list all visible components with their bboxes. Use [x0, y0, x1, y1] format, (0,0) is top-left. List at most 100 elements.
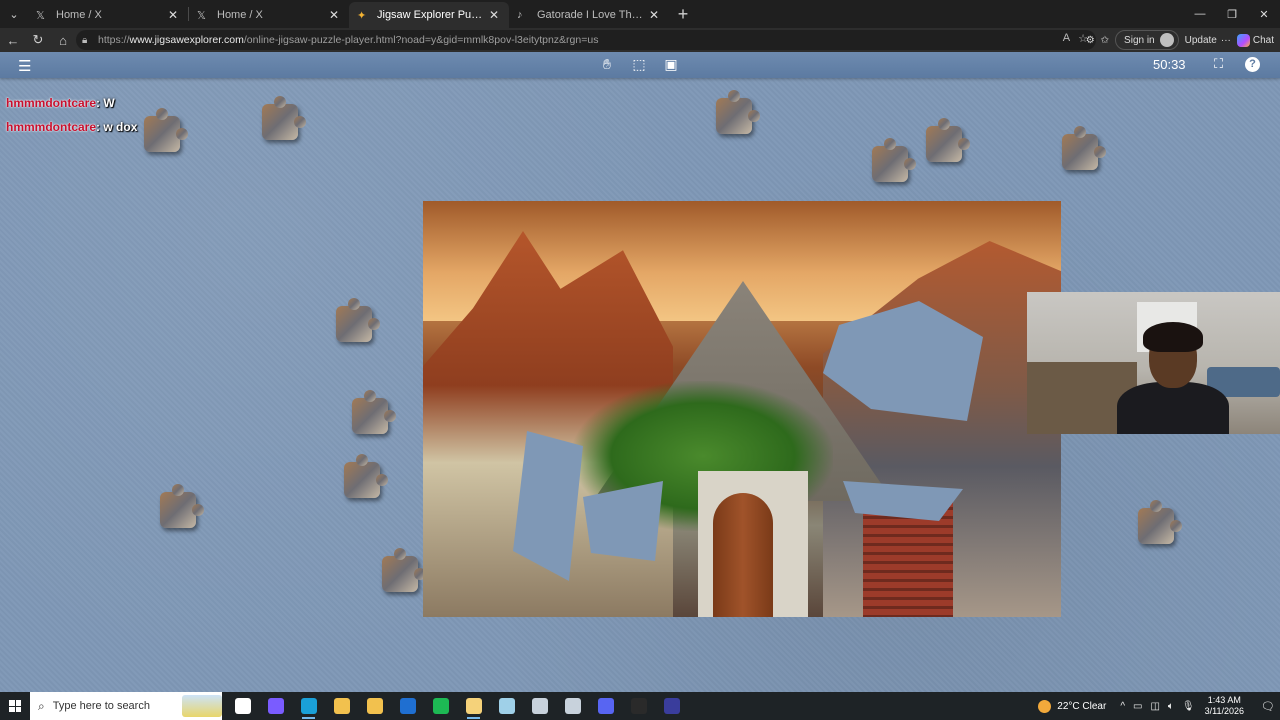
- address-bar-actions: A ☆: [1063, 32, 1088, 45]
- puzzle-piece[interactable]: [262, 96, 306, 140]
- puzzle-workspace[interactable]: ☰ ✋︎ ⬚ ▣ 50:33 ⛶ ? hmmmdontcare: W hmmmd…: [0, 52, 1280, 692]
- back-icon[interactable]: ←: [1, 28, 25, 52]
- volume-icon[interactable]: 🔈︎: [1168, 701, 1174, 712]
- windows-logo-icon: [9, 700, 21, 712]
- puzzle-piece[interactable]: [344, 454, 388, 498]
- taskbar-file-explorer-button[interactable]: [325, 692, 358, 720]
- puzzle-piece[interactable]: [336, 298, 380, 342]
- taskbar-outlook-button[interactable]: [391, 692, 424, 720]
- close-icon[interactable]: ✕: [487, 8, 501, 22]
- close-icon[interactable]: ✕: [166, 8, 180, 22]
- update-button[interactable]: Update ···: [1185, 35, 1231, 46]
- tab-home-x-1[interactable]: 𝕏 Home / X ✕: [28, 2, 188, 28]
- taskbar-app-2-button[interactable]: [523, 692, 556, 720]
- favorites-icon[interactable]: ✩: [1101, 35, 1109, 46]
- image-preview-icon[interactable]: ▣: [662, 56, 680, 73]
- hamburger-menu-icon[interactable]: ☰: [18, 57, 31, 75]
- minimize-icon[interactable]: —: [1184, 0, 1216, 28]
- puzzle-piece[interactable]: [144, 108, 188, 152]
- tab-jigsaw-explorer[interactable]: ✦ Jigsaw Explorer Puzzle Player ✕: [349, 2, 509, 28]
- close-window-icon[interactable]: ✕: [1248, 0, 1280, 28]
- extensions-icon[interactable]: ⚙: [1086, 35, 1095, 46]
- puzzle-piece[interactable]: [382, 548, 426, 592]
- taskbar-copilot-button[interactable]: [259, 692, 292, 720]
- taskbar-app-4-button[interactable]: [655, 692, 688, 720]
- webcam-person-body: [1117, 382, 1229, 434]
- update-label: Update: [1184, 34, 1217, 46]
- network-icon[interactable]: ◫: [1150, 701, 1159, 712]
- start-button[interactable]: [0, 692, 30, 720]
- more-icon: ···: [1220, 34, 1231, 46]
- copilot-button[interactable]: Chat: [1236, 33, 1274, 47]
- chat-text: W: [103, 96, 115, 110]
- chat-separator: :: [96, 120, 101, 134]
- puzzle-tools: ✋︎ ⬚ ▣: [598, 56, 680, 73]
- new-tab-button[interactable]: +: [669, 4, 697, 25]
- taskbar-notepad-button[interactable]: [457, 692, 490, 720]
- sign-in-button[interactable]: Sign in: [1115, 30, 1179, 50]
- x-logo-icon: 𝕏: [36, 9, 45, 22]
- url-text[interactable]: https://www.jigsawexplorer.com/online-ji…: [98, 34, 598, 46]
- notification-icon[interactable]: 🗨︎: [1256, 700, 1280, 713]
- puzzle-piece[interactable]: [716, 90, 760, 134]
- tab-actions-menu-icon[interactable]: ⌄: [0, 0, 28, 28]
- tab-title: Home / X: [56, 9, 102, 21]
- puzzle-piece[interactable]: [926, 118, 970, 162]
- chat-message: hmmmdontcare: W: [6, 96, 115, 110]
- refresh-icon[interactable]: ↻: [26, 28, 50, 52]
- obs-icon: [630, 698, 647, 714]
- restore-icon[interactable]: ❐: [1216, 0, 1248, 28]
- puzzle-piece[interactable]: [1062, 126, 1106, 170]
- taskbar-spotify-button[interactable]: [424, 692, 457, 720]
- microphone-icon[interactable]: 🎙︎: [1182, 701, 1195, 712]
- read-aloud-icon[interactable]: A: [1063, 32, 1070, 45]
- x-logo-icon: 𝕏: [197, 9, 206, 22]
- select-box-icon[interactable]: ⬚: [630, 56, 648, 73]
- jigsaw-explorer-icon: ✦: [357, 9, 367, 22]
- puzzle-piece[interactable]: [352, 390, 396, 434]
- search-placeholder: Type here to search: [52, 700, 150, 712]
- taskbar-obs-button[interactable]: [622, 692, 655, 720]
- chat-message: hmmmdontcare: w dox: [6, 120, 137, 134]
- taskbar-app-3-button[interactable]: [556, 692, 589, 720]
- taskbar-apps: [226, 692, 688, 720]
- lock-icon[interactable]: 🔒︎: [82, 35, 98, 46]
- tab-gatorade[interactable]: ♪ Gatorade I Love The Way It Tastes ✕: [509, 2, 669, 28]
- chat-text: w dox: [103, 120, 138, 134]
- window-controls: — ❐ ✕: [1184, 0, 1280, 28]
- puzzle-board[interactable]: [423, 201, 1061, 617]
- meet-now-icon[interactable]: ▭: [1133, 701, 1142, 712]
- home-icon[interactable]: ⌂: [51, 28, 75, 52]
- taskbar-task-view-button[interactable]: [226, 692, 259, 720]
- weather-text: 22°C Clear: [1057, 700, 1107, 712]
- puzzle-piece[interactable]: [1138, 500, 1182, 544]
- weather-widget[interactable]: 22°C Clear: [1038, 699, 1107, 713]
- app-icon-2: [531, 698, 548, 714]
- tiktok-icon: ♪: [517, 9, 523, 21]
- taskbar-app-1-button[interactable]: [490, 692, 523, 720]
- chevron-up-icon[interactable]: ^: [1120, 701, 1125, 712]
- taskbar-clock[interactable]: 1:43 AM 3/11/2026: [1205, 695, 1244, 717]
- tab-title: Jigsaw Explorer Puzzle Player: [377, 9, 487, 21]
- address-bar[interactable]: 🔒︎ https://www.jigsawexplorer.com/online…: [76, 30, 1096, 50]
- app-icon-1: [498, 698, 515, 714]
- store-icon: [366, 698, 383, 714]
- discord-icon: [597, 698, 614, 714]
- clock-time: 1:43 AM: [1207, 695, 1241, 705]
- help-icon[interactable]: ?: [1245, 57, 1260, 72]
- browser-right-controls: ⚙ ✩ Sign in Update ··· Chat: [1086, 30, 1274, 50]
- webcam-overlay: [1027, 292, 1280, 434]
- hand-icon[interactable]: ✋︎: [598, 56, 616, 73]
- taskbar-discord-button[interactable]: [589, 692, 622, 720]
- close-icon[interactable]: ✕: [647, 8, 661, 22]
- fullscreen-icon[interactable]: ⛶: [1214, 56, 1223, 72]
- puzzle-piece[interactable]: [160, 484, 204, 528]
- chat-username: hmmmdontcare: [6, 96, 97, 110]
- weather-moon-icon: [1038, 699, 1052, 713]
- taskbar-search[interactable]: ⌕ Type here to search: [30, 692, 222, 720]
- taskbar-edge-button[interactable]: [292, 692, 325, 720]
- tab-home-x-2[interactable]: 𝕏 Home / X ✕: [189, 2, 349, 28]
- puzzle-piece[interactable]: [872, 138, 916, 182]
- close-icon[interactable]: ✕: [327, 8, 341, 22]
- taskbar-store-button[interactable]: [358, 692, 391, 720]
